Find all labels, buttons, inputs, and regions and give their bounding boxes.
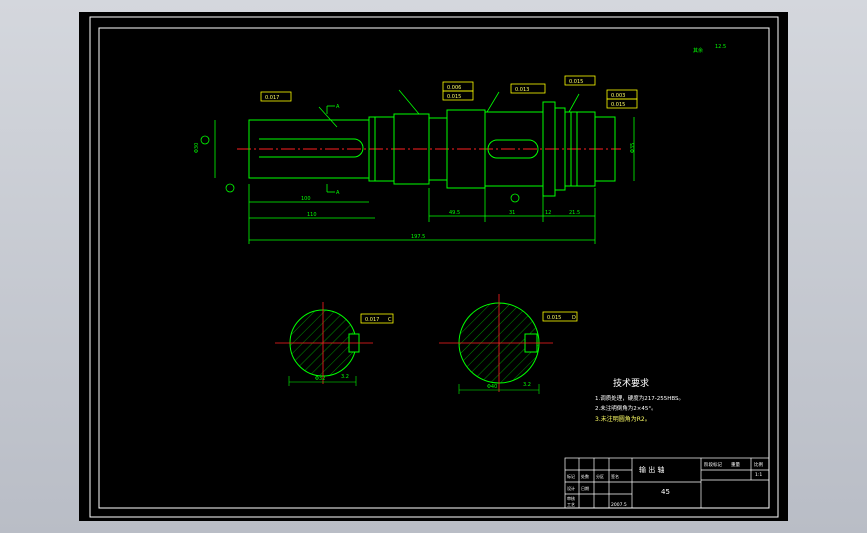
tech-title: 技术要求 (613, 377, 649, 389)
dim-31: 31 (509, 210, 515, 216)
drawing-sheet: 0.017 0.006 0.015 0.013 0.015 0.003 0.01… (79, 12, 788, 521)
dim-100: 100 (301, 196, 311, 202)
header-cell-3: 比例 (754, 461, 763, 468)
section-right-datum: D (572, 315, 576, 321)
dim-total: 197.5 (411, 234, 425, 240)
section-left-dim: Φ32 (315, 376, 325, 382)
row-value-2: 分区 (596, 473, 604, 479)
header-cell-1: 阶段标记 (704, 461, 722, 468)
tech-line-2: 2.未注明倒角为2×45°。 (595, 404, 657, 412)
datum-a-bottom: A (336, 190, 340, 196)
tol-4: 0.013 (515, 87, 529, 93)
dim-49-5: 49.5 (449, 210, 460, 216)
dim-12: 12 (545, 210, 551, 216)
section-right (439, 294, 578, 394)
dimension-texts: 100 110 197.5 49.5 31 12 21.5 Φ30 Φ35 其余… (194, 44, 726, 240)
tol-1: 0.017 (265, 95, 279, 101)
part-name: 输 出 轴 (639, 465, 664, 474)
section-right-roughness: 3.2 (523, 382, 531, 388)
row-value-3: 签名 (611, 473, 619, 479)
row-value-4: 日期 (581, 485, 589, 491)
section-left-roughness: 3.2 (341, 374, 349, 380)
section-left (275, 302, 394, 386)
drawing-canvas: 0.017 0.006 0.015 0.013 0.015 0.003 0.01… (89, 16, 779, 518)
tolerance-texts: 0.017 0.006 0.015 0.013 0.015 0.003 0.01… (265, 79, 625, 108)
roughness-value: 12.5 (715, 44, 726, 50)
dim-110: 110 (307, 212, 317, 218)
tol-2: 0.006 (447, 85, 461, 91)
section-right-tolerance: 0.015 (547, 315, 561, 321)
tech-line-3: 3.未注明圆角为R2。 (595, 415, 651, 423)
scale: 1:1 (755, 472, 762, 478)
row-label-4: 工艺 (567, 502, 575, 507)
section-left-datum: C (388, 317, 392, 323)
date: 2007.5 (611, 502, 627, 508)
tech-requirements: 技术要求 1.调质处理，硬度为217-255HBS。 2.未注明倒角为2×45°… (595, 377, 684, 423)
roughness-note: 其余 (693, 47, 703, 54)
tol-6: 0.003 (611, 93, 625, 99)
outer-frame (89, 16, 779, 518)
tech-line-1: 1.调质处理，硬度为217-255HBS。 (595, 394, 684, 402)
row-label-1: 标记 (567, 473, 575, 479)
section-left-tolerance: 0.017 (365, 317, 379, 323)
datum-a-top: A (336, 104, 340, 110)
row-label-2: 设计 (567, 485, 575, 491)
inner-frame (98, 27, 770, 509)
dim-21-5: 21.5 (569, 210, 580, 216)
header-cell-2: 重量 (731, 461, 740, 468)
tol-3: 0.015 (447, 94, 461, 100)
material: 45 (661, 488, 670, 496)
tol-7: 0.015 (611, 102, 625, 108)
keyway-left (259, 138, 364, 158)
dim-dia-right: Φ35 (630, 143, 636, 153)
tol-5: 0.015 (569, 79, 583, 85)
cad-viewport[interactable]: 0.017 0.006 0.015 0.013 0.015 0.003 0.01… (0, 0, 867, 533)
row-label-3: 审核 (567, 495, 575, 501)
shaft-main-view (237, 101, 621, 197)
section-right-dim: Φ40 (487, 384, 497, 390)
row-value-1: 处数 (581, 473, 589, 479)
dim-dia-left: Φ30 (194, 143, 200, 153)
